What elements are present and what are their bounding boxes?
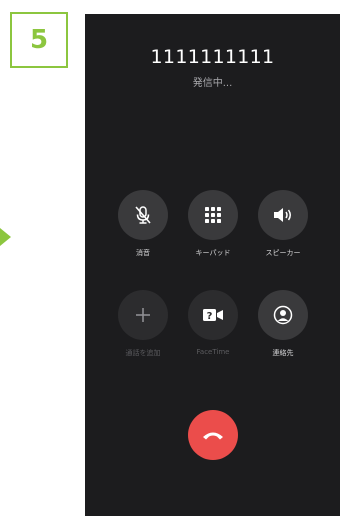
mute-label: 消音 bbox=[136, 249, 150, 257]
mute-circle bbox=[118, 190, 168, 240]
phone-call-screen: 1111111111 発信中... 消音 キーパッド スピーカー 通話を追加 ?… bbox=[85, 14, 340, 516]
svg-text:?: ? bbox=[207, 311, 213, 322]
keypad-button[interactable]: キーパッド bbox=[178, 190, 248, 258]
dialed-number: 1111111111 bbox=[150, 46, 275, 68]
mute-mic-icon bbox=[135, 206, 151, 224]
mute-button[interactable]: 消音 bbox=[108, 190, 178, 258]
call-controls: 消音 キーパッド スピーカー 通話を追加 ? FaceTime 連絡先 bbox=[85, 190, 340, 390]
speaker-label: スピーカー bbox=[265, 249, 301, 257]
end-call-icon bbox=[203, 432, 223, 440]
contacts-label: 連絡先 bbox=[272, 349, 294, 357]
speaker-circle bbox=[258, 190, 308, 240]
facetime-circle: ? bbox=[188, 290, 238, 340]
speaker-button[interactable]: スピーカー bbox=[248, 190, 318, 258]
contacts-icon bbox=[273, 305, 293, 325]
arrow-icon bbox=[0, 228, 11, 246]
add-call-circle bbox=[118, 290, 168, 340]
keypad-icon bbox=[205, 207, 221, 223]
speaker-icon bbox=[274, 208, 291, 222]
contacts-button[interactable]: 連絡先 bbox=[248, 290, 318, 358]
call-status: 発信中... bbox=[192, 78, 233, 89]
end-call-button[interactable] bbox=[188, 410, 238, 460]
step-number: 5 bbox=[29, 25, 49, 55]
plus-icon bbox=[136, 308, 150, 322]
step-number-badge: 5 bbox=[10, 12, 68, 68]
facetime-button[interactable]: ? FaceTime bbox=[178, 290, 248, 356]
keypad-label: キーパッド bbox=[195, 249, 231, 257]
facetime-icon: ? bbox=[203, 309, 223, 322]
facetime-label: FaceTime bbox=[196, 348, 230, 356]
add-call-button[interactable]: 通話を追加 bbox=[108, 290, 178, 358]
add-call-label: 通話を追加 bbox=[125, 349, 161, 357]
keypad-circle bbox=[188, 190, 238, 240]
contacts-circle bbox=[258, 290, 308, 340]
